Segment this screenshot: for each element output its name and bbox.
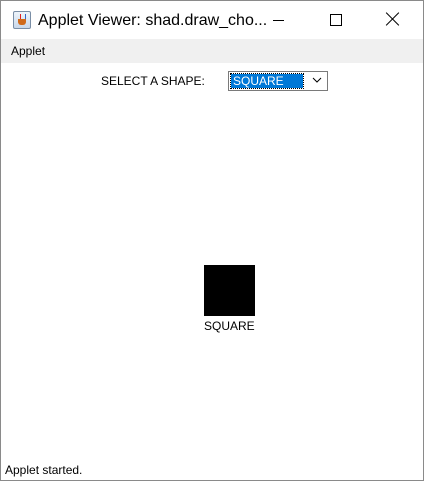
drawn-square-shape	[204, 265, 255, 316]
select-shape-label: SELECT A SHAPE:	[101, 74, 205, 88]
applet-viewer-window: Applet Viewer: shad.draw_cho... Applet S…	[0, 0, 424, 481]
shape-caption: SQUARE	[204, 319, 255, 333]
menu-applet[interactable]: Applet	[11, 44, 45, 58]
maximize-button[interactable]	[308, 1, 365, 39]
window-title: Applet Viewer: shad.draw_cho...	[38, 12, 268, 29]
status-bar: Applet started.	[1, 461, 423, 480]
menu-bar: Applet	[1, 39, 423, 63]
minimize-button[interactable]	[251, 1, 308, 39]
java-cup-icon[interactable]	[13, 11, 31, 29]
shape-dropdown[interactable]: SQUARE	[228, 71, 328, 91]
status-text: Applet started.	[5, 463, 83, 477]
close-button[interactable]	[366, 1, 423, 39]
chevron-down-icon[interactable]	[312, 74, 322, 86]
title-bar[interactable]: Applet Viewer: shad.draw_cho...	[1, 1, 423, 39]
shape-dropdown-value: SQUARE	[230, 73, 304, 89]
minimize-icon	[273, 20, 284, 21]
applet-content: SELECT A SHAPE: SQUARE SQUARE	[1, 63, 423, 461]
maximize-icon	[330, 14, 342, 26]
close-icon	[386, 12, 400, 26]
